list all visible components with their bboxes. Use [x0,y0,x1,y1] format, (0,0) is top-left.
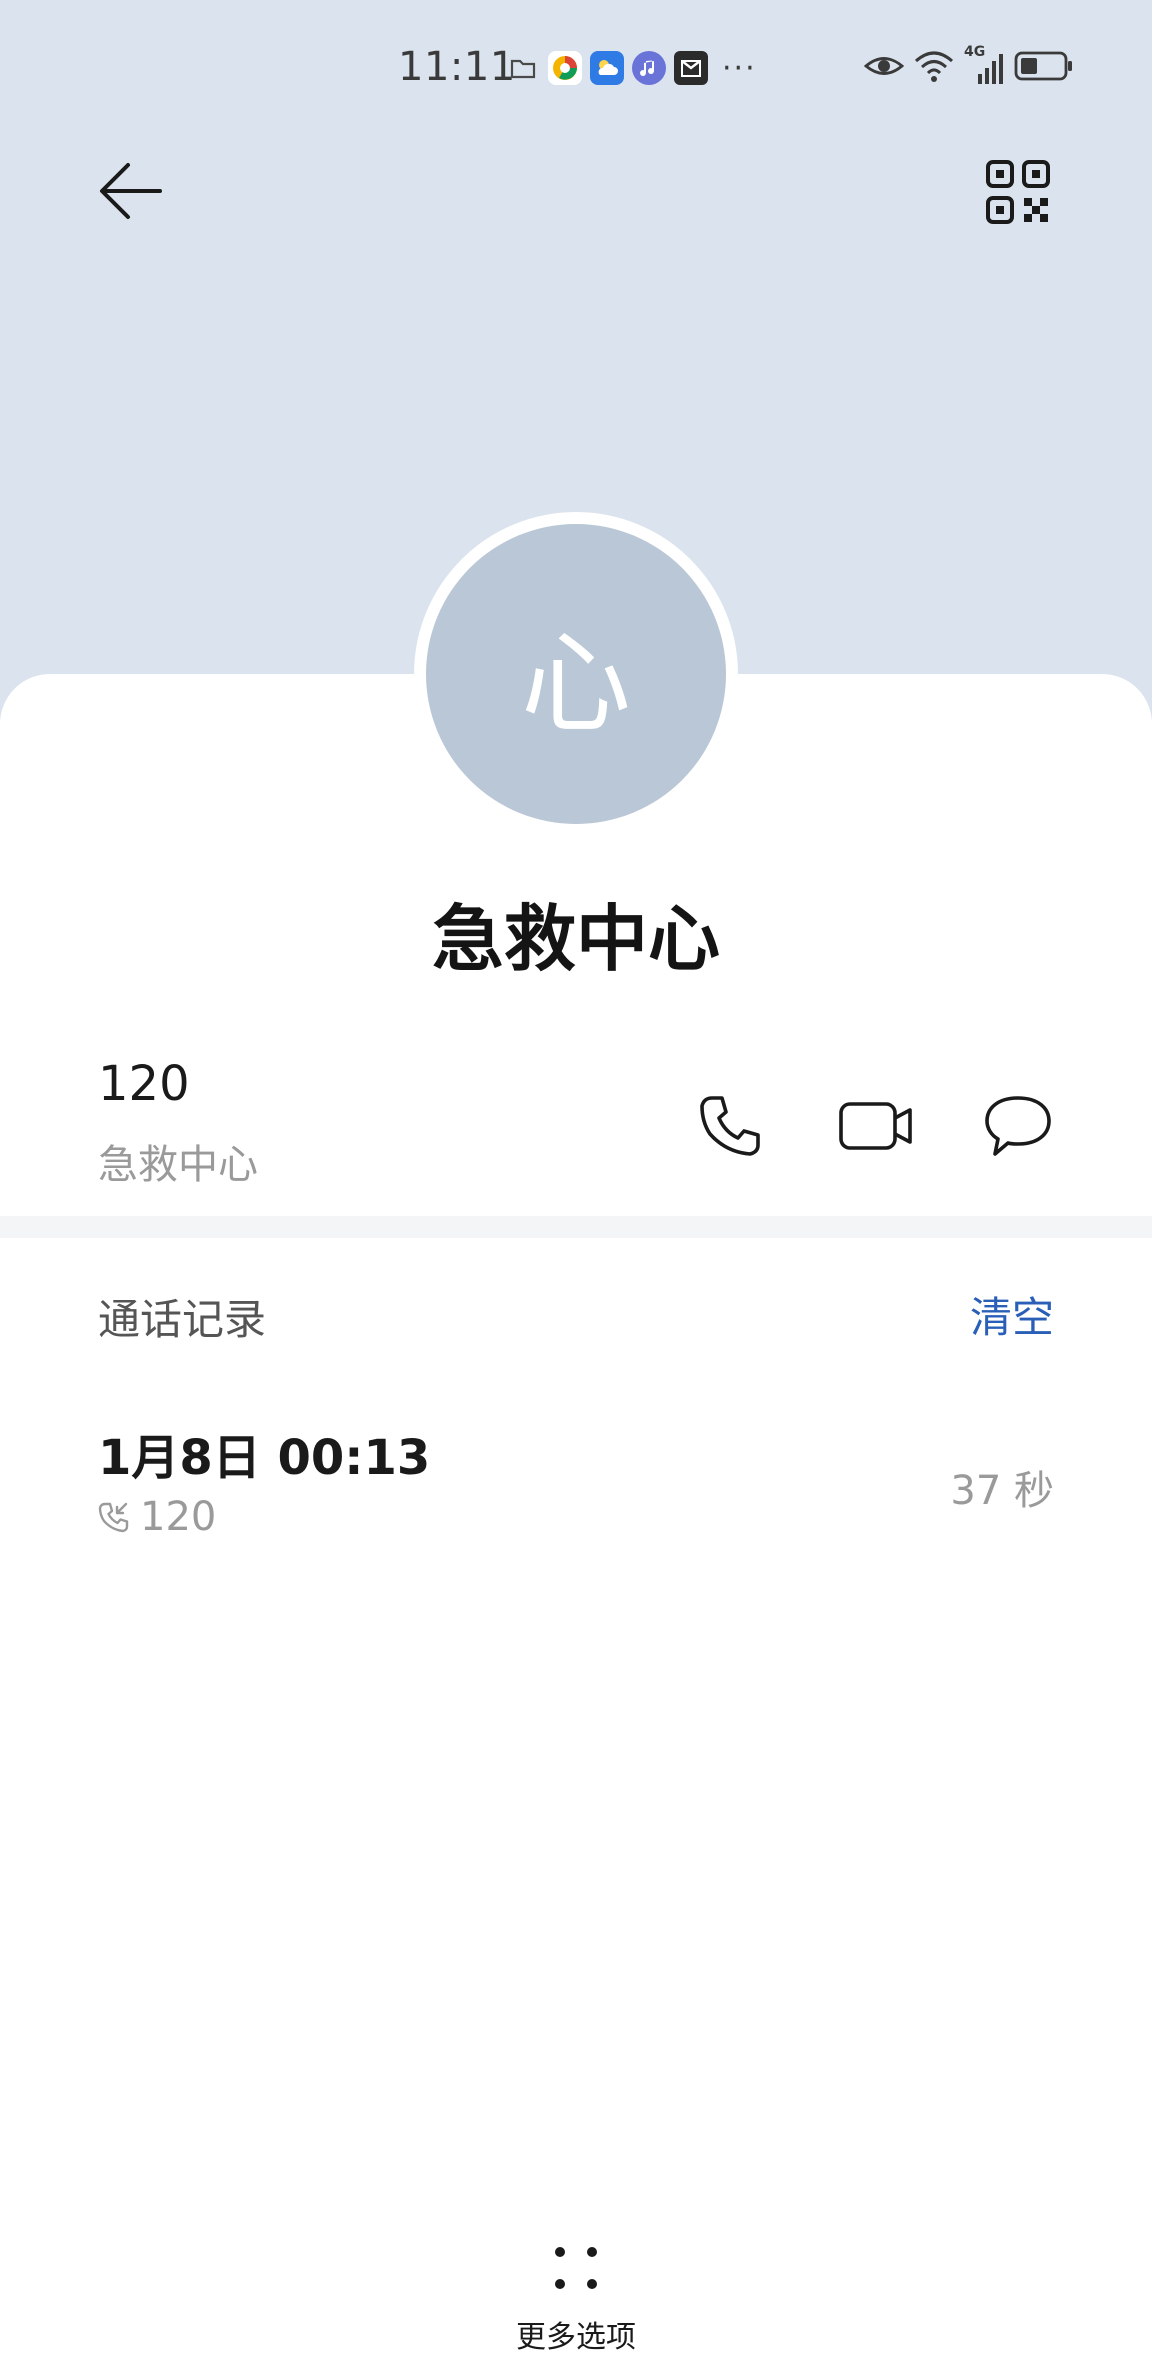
system-indicators: 4G [863,44,1074,90]
clear-call-log-button[interactable]: 清空 [970,1284,1054,1345]
status-bar: 11:11 ··· 4G [0,40,1152,96]
video-call-button[interactable] [838,1090,914,1162]
message-button[interactable] [982,1090,1054,1162]
contact-name: 急救中心 [431,897,720,981]
qr-code-button[interactable] [982,156,1054,228]
call-detail: 120 [98,1494,216,1540]
eye-icon [863,51,905,85]
battery-icon [1014,49,1074,87]
more-options-label: 更多选项 [516,2320,636,2355]
folder-notification-icon [506,51,540,85]
incoming-call-icon [98,1502,129,1533]
avatar-letter: 心 [521,620,631,748]
phone-number: 120 [98,1056,190,1112]
qr-code-icon [986,160,1050,224]
call-number: 120 [140,1494,217,1540]
music-notification-icon [632,51,666,85]
signal-icon: 4G [964,44,1004,88]
section-divider [0,1216,1152,1238]
chat-bubble-icon [985,1096,1051,1156]
call-log-item[interactable]: 1月8日 00:13 120 37 秒 [0,1410,1152,1560]
phone-icon [700,1096,760,1156]
more-notifications-indicator: ··· [722,50,757,86]
status-time: 11:11 [398,44,516,90]
avatar[interactable]: 心 [426,524,726,824]
phone-number-label: 急救中心 [98,1142,258,1188]
video-camera-icon [839,1102,912,1150]
notification-icons: ··· [506,48,757,88]
back-button[interactable] [92,156,170,226]
wifi-icon [914,49,954,87]
browser-notification-icon [548,51,582,85]
weather-notification-icon [590,51,624,85]
arrow-left-icon [100,163,162,219]
call-button[interactable] [694,1090,766,1162]
contact-detail-screen: 11:11 ··· 4G 心 急救中心 120 急救中心 通话记录 清空 1月8… [0,0,1152,2376]
call-log-title: 通话记录 [98,1295,267,1344]
more-dots-icon [555,2247,597,2289]
wallet-notification-icon [674,51,708,85]
call-log-header: 通话记录 清空 [0,1280,1152,1350]
call-duration: 37 秒 [950,1468,1054,1514]
phone-number-row[interactable]: 120 急救中心 [0,1040,1152,1210]
more-options-button[interactable]: 更多选项 [476,2236,676,2356]
call-datetime: 1月8日 00:13 [98,1430,431,1486]
